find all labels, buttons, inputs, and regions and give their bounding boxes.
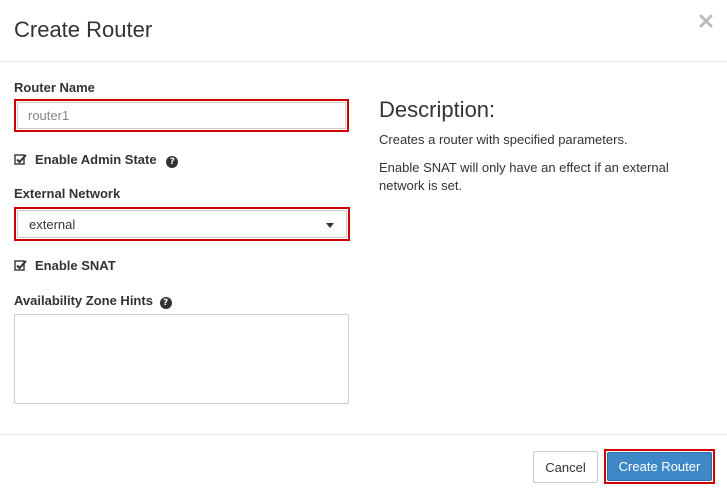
admin-state-label: Enable Admin State <box>35 152 157 167</box>
description-text-2: Enable SNAT will only have an effect if … <box>379 160 669 193</box>
cancel-button[interactable]: Cancel <box>533 451 598 483</box>
description-text-1: Creates a router with specified paramete… <box>379 132 628 147</box>
modal-title: Create Router <box>14 17 153 42</box>
external-network-label: External Network <box>14 186 121 201</box>
close-icon[interactable] <box>697 12 715 30</box>
external-network-select-inner[interactable]: external <box>17 210 347 238</box>
create-router-button-highlight: Create Router <box>604 449 715 484</box>
router-name-field-highlight <box>14 99 349 132</box>
question-circle-icon[interactable]: ? <box>159 297 172 309</box>
external-network-value: external <box>29 217 76 232</box>
external-network-select[interactable]: external <box>14 207 350 241</box>
router-name-input[interactable] <box>17 102 346 129</box>
create-router-button[interactable]: Create Router <box>607 452 712 481</box>
question-circle-icon[interactable]: ? <box>166 156 179 168</box>
az-hints-listbox[interactable] <box>14 314 349 404</box>
create-router-dialog: Create Router Router Name Enable Admin S… <box>0 0 727 495</box>
admin-state-checkbox[interactable] <box>14 153 27 166</box>
snat-label: Enable SNAT <box>35 258 116 273</box>
description-title: Description: <box>379 97 496 122</box>
chevron-down-icon <box>326 223 334 228</box>
az-hints-label-row: Availability Zone Hints ? <box>14 293 172 309</box>
router-name-label: Router Name <box>14 80 95 95</box>
snat-checkbox[interactable] <box>14 259 27 272</box>
modal-header: Create Router <box>0 0 727 62</box>
az-hints-label: Availability Zone Hints <box>14 293 153 308</box>
